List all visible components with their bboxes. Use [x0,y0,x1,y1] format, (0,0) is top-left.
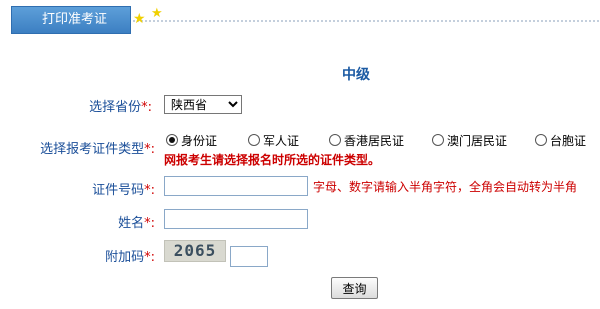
star-icon: ★ [133,11,146,27]
star-icon: ★ [151,6,163,21]
radio-icon [329,134,341,146]
id-number-label-text: 证件号码 [92,183,145,198]
province-label-text: 选择省份 [89,100,142,115]
id-number-hint: 字母、数字请输入半角字符，全角会自动转为半角 [313,180,578,194]
radio-icon [535,134,547,146]
radio-icon [248,134,260,146]
required-mark: *: [144,142,155,157]
captcha-label: 附加码*: [105,246,155,265]
name-label: 姓名*: [118,212,155,231]
name-input[interactable] [164,209,308,229]
radio-label: 军人证 [263,134,300,148]
query-button[interactable]: 查询 [331,277,378,299]
id-number-label: 证件号码*: [92,179,155,198]
captcha-label-text: 附加码 [105,250,145,265]
required-mark: *: [141,100,152,115]
name-label-text: 姓名 [118,216,145,231]
required-mark: *: [144,216,155,231]
radio-taiwan-id[interactable]: 台胞证 [535,132,586,149]
radio-id-card[interactable]: 身份证 [166,132,217,149]
tab-print-admission-ticket[interactable]: 打印准考证 [11,6,131,34]
top-bar: 打印准考证 ★ ★ [0,0,600,40]
required-mark: *: [144,250,155,265]
province-label: 选择省份*: [89,96,152,115]
radio-macau-id[interactable]: 澳门居民证 [432,132,507,149]
radio-hongkong-id[interactable]: 香港居民证 [329,132,404,149]
captcha-image[interactable]: 2065 [164,240,226,262]
id-type-label-text: 选择报考证件类型 [40,142,145,157]
radio-label: 香港居民证 [344,134,405,148]
required-mark: *: [144,183,155,198]
radio-label: 澳门居民证 [447,134,508,148]
radio-icon [432,134,444,146]
dotted-divider [132,20,600,22]
radio-military-id[interactable]: 军人证 [248,132,299,149]
id-number-input[interactable] [164,176,308,196]
radio-icon [166,134,178,146]
radio-label: 身份证 [181,134,218,148]
radio-label: 台胞证 [550,134,587,148]
page-title: 中级 [342,67,370,83]
captcha-input[interactable] [230,246,268,267]
province-select[interactable]: 陕西省 [164,95,242,114]
id-type-label: 选择报考证件类型*: [40,138,155,157]
id-type-warning: 网报考生请选择报名时所选的证件类型。 [164,153,381,167]
